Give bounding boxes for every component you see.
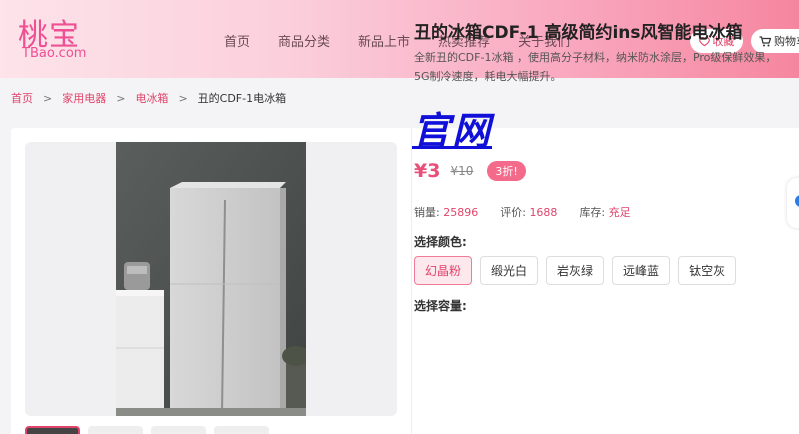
- product-photo[interactable]: [116, 142, 306, 416]
- stock-label: 库存:: [579, 206, 606, 219]
- stock-stat: 库存: 充足: [579, 204, 630, 220]
- thumbnail[interactable]: [25, 426, 80, 434]
- breadcrumb: 首页 > 家用电器 > 电冰箱 > 丑的CDF-1电冰箱: [11, 90, 286, 106]
- capacity-label: 选择容量:: [414, 299, 467, 313]
- thumbnail[interactable]: [151, 426, 206, 434]
- color-option-pink[interactable]: 幻晶粉: [414, 256, 473, 285]
- product-stats: 销量: 25896 评价: 1688 库存: 充足: [414, 204, 631, 220]
- site-logo[interactable]: 桃宝 TBao.com: [16, 10, 96, 66]
- nav-home[interactable]: 首页: [224, 31, 250, 50]
- sales-value: 25896: [443, 206, 479, 219]
- sales-stat: 销量: 25896: [414, 204, 478, 220]
- product-image-container: [25, 142, 397, 416]
- original-price: ¥10: [450, 164, 474, 178]
- current-price: ¥3: [414, 160, 441, 182]
- breadcrumb-separator: >: [116, 91, 126, 105]
- reviews-stat: 评价: 1688: [500, 204, 557, 220]
- breadcrumb-current: 丑的CDF-1电冰箱: [197, 92, 287, 105]
- sales-label: 销量:: [414, 206, 440, 219]
- discount-badge: 3折!: [487, 161, 526, 181]
- reviews-label: 评价:: [500, 206, 526, 219]
- divider: [411, 128, 412, 434]
- reviews-value[interactable]: 1688: [529, 206, 557, 219]
- thumbnail-strip: [25, 426, 269, 434]
- side-float-tab[interactable]: [787, 178, 799, 228]
- product-description: 全新丑的CDF-1冰箱 ，使用高分子材料，纳米防水涂层，Pro级保鲜效果，5G制…: [414, 51, 777, 83]
- color-option-green[interactable]: 岩灰绿: [546, 256, 605, 285]
- logo-domain: TBao.com: [22, 46, 87, 61]
- stock-value: 充足: [608, 206, 631, 219]
- color-option-white[interactable]: 缎光白: [480, 256, 539, 285]
- color-label: 选择颜色:: [414, 235, 467, 249]
- thumbnail[interactable]: [214, 426, 269, 434]
- thumbnail[interactable]: [88, 426, 143, 434]
- cart-icon: [759, 35, 771, 46]
- official-site-link[interactable]: 官网: [412, 100, 492, 155]
- breadcrumb-separator: >: [178, 91, 188, 105]
- price-row: ¥3 ¥10 3折!: [414, 160, 526, 182]
- color-options: 幻晶粉 缎光白 岩灰绿 远峰蓝 钛空灰: [414, 256, 737, 285]
- product-title: 丑的冰箱CDF-1 高级简约ins风智能电冰箱: [414, 23, 743, 43]
- info-icon: [795, 195, 799, 207]
- nav-new-arrivals[interactable]: 新品上市: [358, 31, 410, 50]
- cart-label: 购物车: [774, 35, 799, 48]
- color-option-gray[interactable]: 钛空灰: [678, 256, 737, 285]
- breadcrumb-separator: >: [43, 91, 53, 105]
- breadcrumb-home[interactable]: 首页: [11, 90, 33, 106]
- nav-categories[interactable]: 商品分类: [278, 31, 330, 50]
- breadcrumb-appliances[interactable]: 家用电器: [62, 90, 106, 106]
- color-option-blue[interactable]: 远峰蓝: [612, 256, 671, 285]
- breadcrumb-fridge[interactable]: 电冰箱: [135, 90, 168, 106]
